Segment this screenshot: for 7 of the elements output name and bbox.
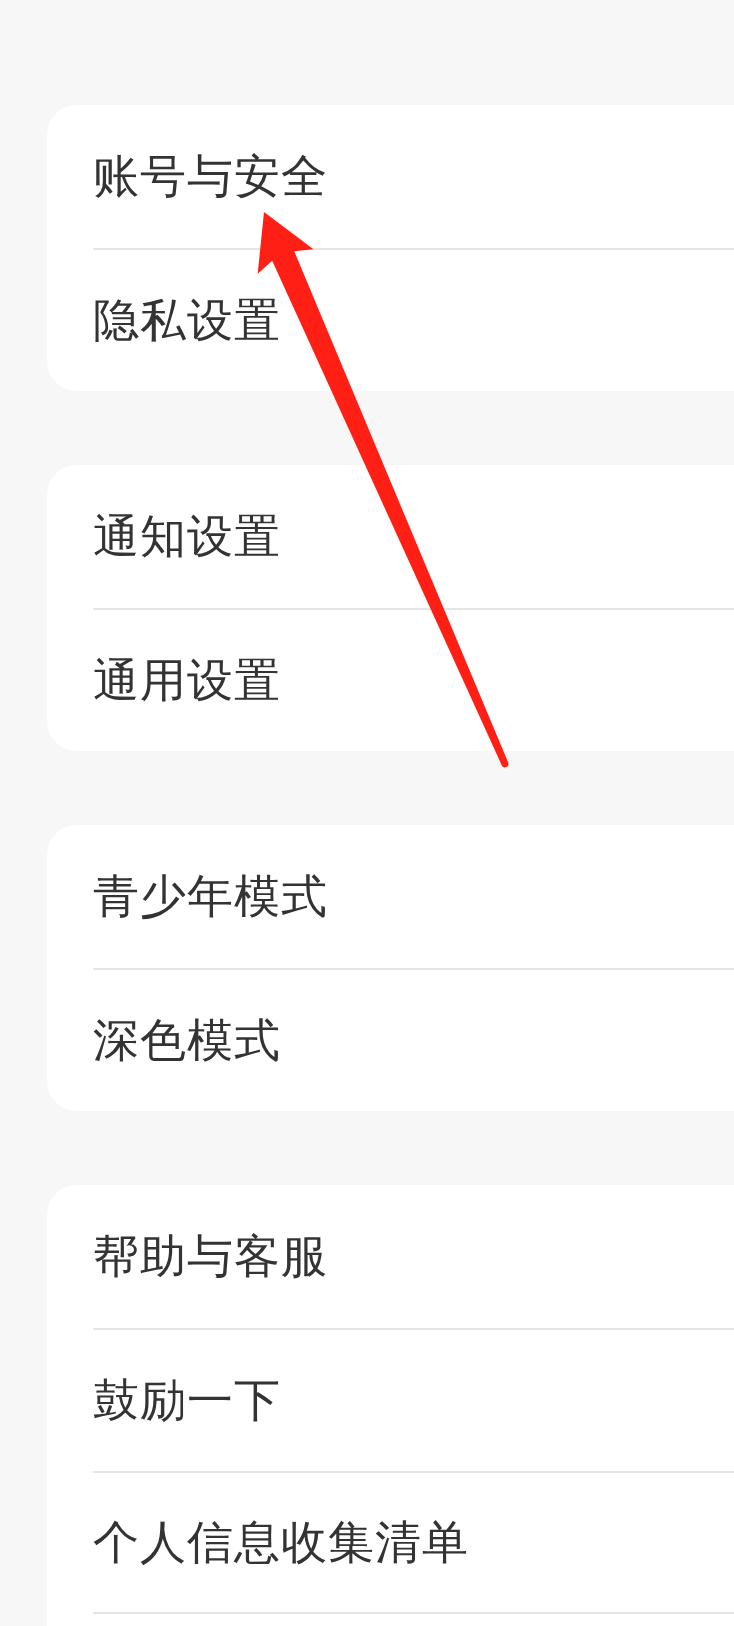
settings-item[interactable]: 鼓励一下: [93, 1328, 734, 1471]
settings-item[interactable]: 通知设置: [93, 465, 734, 608]
settings-item[interactable]: 深色模式: [93, 968, 734, 1111]
settings-item[interactable]: 账号与安全: [93, 105, 734, 248]
settings-item[interactable]: 帮助与客服: [93, 1185, 734, 1328]
settings-item[interactable]: 个人信息收集清单: [93, 1471, 734, 1614]
settings-item[interactable]: 青少年模式: [93, 825, 734, 968]
